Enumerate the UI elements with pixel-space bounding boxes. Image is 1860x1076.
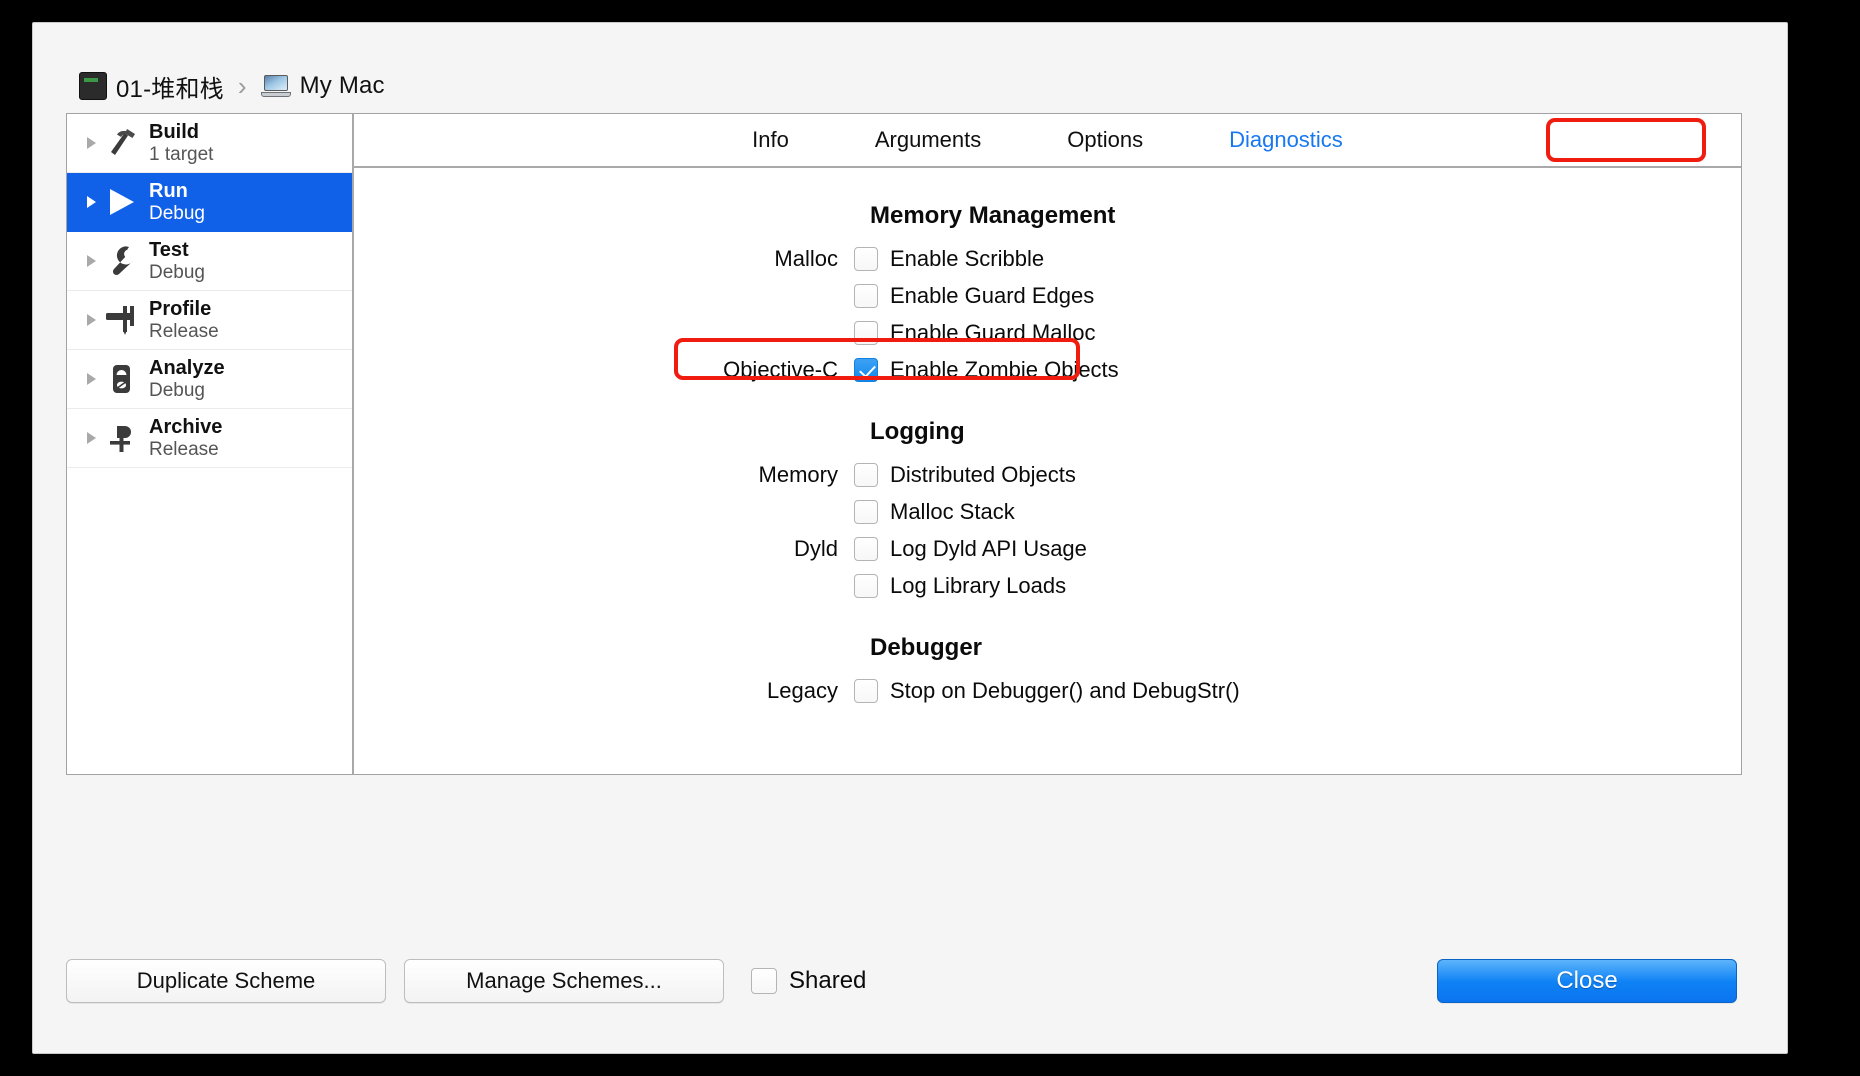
breadcrumb-destination[interactable]: My Mac <box>300 72 385 100</box>
wrench-icon <box>101 241 141 281</box>
row-log-library-loads: Log Library Loads <box>354 567 1741 604</box>
checkbox-enable-zombie-objects[interactable] <box>854 357 878 382</box>
sidebar-item-archive[interactable]: Archive Release <box>67 409 352 468</box>
checkbox-shared[interactable] <box>751 968 777 994</box>
row-enable-guard-edges: Enable Guard Edges <box>354 277 1741 314</box>
memory-management-heading: Memory Management <box>870 202 1116 229</box>
caliper-icon <box>101 300 141 340</box>
footer-bar: Duplicate Scheme Manage Schemes... Share… <box>33 781 1787 1053</box>
disclosure-triangle-icon[interactable] <box>81 255 101 267</box>
tab-diagnostics[interactable]: Diagnostics <box>1219 123 1353 157</box>
label-enable-guard-malloc[interactable]: Enable Guard Malloc <box>890 320 1095 346</box>
label-enable-guard-edges[interactable]: Enable Guard Edges <box>890 283 1094 309</box>
sidebar-item-title: Run <box>149 179 188 202</box>
tab-info[interactable]: Info <box>742 123 799 157</box>
close-button[interactable]: Close <box>1437 959 1737 1003</box>
disclosure-triangle-icon[interactable] <box>81 432 101 444</box>
tab-arguments[interactable]: Arguments <box>865 123 991 157</box>
checkbox-malloc-stack[interactable] <box>854 499 878 524</box>
row-distributed-objects: Memory Distributed Objects <box>354 456 1741 493</box>
mac-laptop-icon <box>260 75 291 97</box>
checkbox-stop-on-debugger[interactable] <box>854 678 878 703</box>
row-stop-on-debugger: Legacy Stop on Debugger() and DebugStr() <box>354 672 1741 709</box>
row-enable-scribble: Malloc Enable Scribble <box>354 240 1741 277</box>
scheme-editor-window: 01-堆和栈 › My Mac Build 1 target Run Debug… <box>32 22 1788 1054</box>
shared-checkbox-group: Shared <box>751 959 866 1003</box>
sidebar-item-subtitle: Release <box>149 321 219 343</box>
breadcrumb-scheme-name[interactable]: 01-堆和栈 <box>116 69 224 104</box>
analyze-icon <box>101 359 141 399</box>
disclosure-triangle-icon[interactable] <box>81 373 101 385</box>
sidebar-item-subtitle: Debug <box>149 262 205 284</box>
checkbox-enable-scribble[interactable] <box>854 246 878 271</box>
sidebar-item-title: Build <box>149 120 199 143</box>
sidebar-item-analyze[interactable]: Analyze Debug <box>67 350 352 409</box>
row-enable-guard-malloc: Enable Guard Malloc <box>354 314 1741 351</box>
label-log-library-loads[interactable]: Log Library Loads <box>890 573 1066 599</box>
row-label-objective-c: Objective-C <box>723 356 838 382</box>
diagnostics-form: Memory Management Malloc Enable Scribble… <box>354 168 1741 774</box>
scheme-detail-pane: Info Arguments Options Diagnostics Memor… <box>354 114 1741 774</box>
manage-schemes-button[interactable]: Manage Schemes... <box>404 959 724 1003</box>
label-shared[interactable]: Shared <box>789 967 866 995</box>
sidebar-item-subtitle: Release <box>149 439 219 461</box>
diagnostics-tab-highlight <box>1546 118 1706 162</box>
sidebar-item-title: Test <box>149 238 189 261</box>
tab-bar: Info Arguments Options Diagnostics <box>354 114 1741 168</box>
scheme-actions-sidebar: Build 1 target Run Debug Test Debug Prof… <box>67 114 354 774</box>
disclosure-triangle-icon[interactable] <box>81 137 101 149</box>
checkbox-log-dyld-api-usage[interactable] <box>854 536 878 561</box>
row-label-legacy: Legacy <box>767 677 838 703</box>
row-enable-zombie-objects: Objective-C Enable Zombie Objects <box>354 351 1741 388</box>
row-log-dyld-api-usage: Dyld Log Dyld API Usage <box>354 530 1741 567</box>
row-label-dyld: Dyld <box>793 535 838 561</box>
archive-icon <box>101 418 141 458</box>
label-enable-scribble[interactable]: Enable Scribble <box>890 246 1044 272</box>
label-stop-on-debugger[interactable]: Stop on Debugger() and DebugStr() <box>890 678 1240 704</box>
label-malloc-stack[interactable]: Malloc Stack <box>890 499 1015 525</box>
label-log-dyld-api-usage[interactable]: Log Dyld API Usage <box>890 536 1087 562</box>
duplicate-scheme-button[interactable]: Duplicate Scheme <box>66 959 386 1003</box>
disclosure-triangle-icon[interactable] <box>81 314 101 326</box>
row-label-memory: Memory <box>758 461 838 487</box>
sidebar-item-subtitle: Debug <box>149 203 205 225</box>
sidebar-item-run[interactable]: Run Debug <box>67 173 352 232</box>
sidebar-item-title: Archive <box>149 415 223 438</box>
sidebar-item-subtitle: 1 target <box>149 144 214 166</box>
scheme-content-frame: Build 1 target Run Debug Test Debug Prof… <box>66 113 1742 775</box>
label-distributed-objects[interactable]: Distributed Objects <box>890 462 1076 488</box>
sidebar-item-title: Analyze <box>149 356 225 379</box>
sidebar-item-subtitle: Debug <box>149 380 205 402</box>
label-enable-zombie-objects[interactable]: Enable Zombie Objects <box>890 357 1119 383</box>
row-label-malloc: Malloc <box>774 245 838 271</box>
sidebar-item-title: Profile <box>149 297 212 320</box>
project-icon <box>79 72 107 100</box>
breadcrumb-separator: › <box>237 70 247 101</box>
disclosure-triangle-icon[interactable] <box>81 196 101 208</box>
play-icon <box>101 182 141 222</box>
sidebar-item-test[interactable]: Test Debug <box>67 232 352 291</box>
sidebar-item-profile[interactable]: Profile Release <box>67 291 352 350</box>
debugger-heading: Debugger <box>870 634 983 661</box>
row-malloc-stack: Malloc Stack <box>354 493 1741 530</box>
sidebar-item-build[interactable]: Build 1 target <box>67 114 352 173</box>
checkbox-distributed-objects[interactable] <box>854 462 878 487</box>
hammer-icon <box>101 123 141 163</box>
checkbox-enable-guard-malloc[interactable] <box>854 320 878 345</box>
logging-heading: Logging <box>870 418 965 445</box>
breadcrumb: 01-堆和栈 › My Mac <box>79 69 385 103</box>
checkbox-log-library-loads[interactable] <box>854 573 878 598</box>
checkbox-enable-guard-edges[interactable] <box>854 283 878 308</box>
tab-options[interactable]: Options <box>1057 123 1153 157</box>
